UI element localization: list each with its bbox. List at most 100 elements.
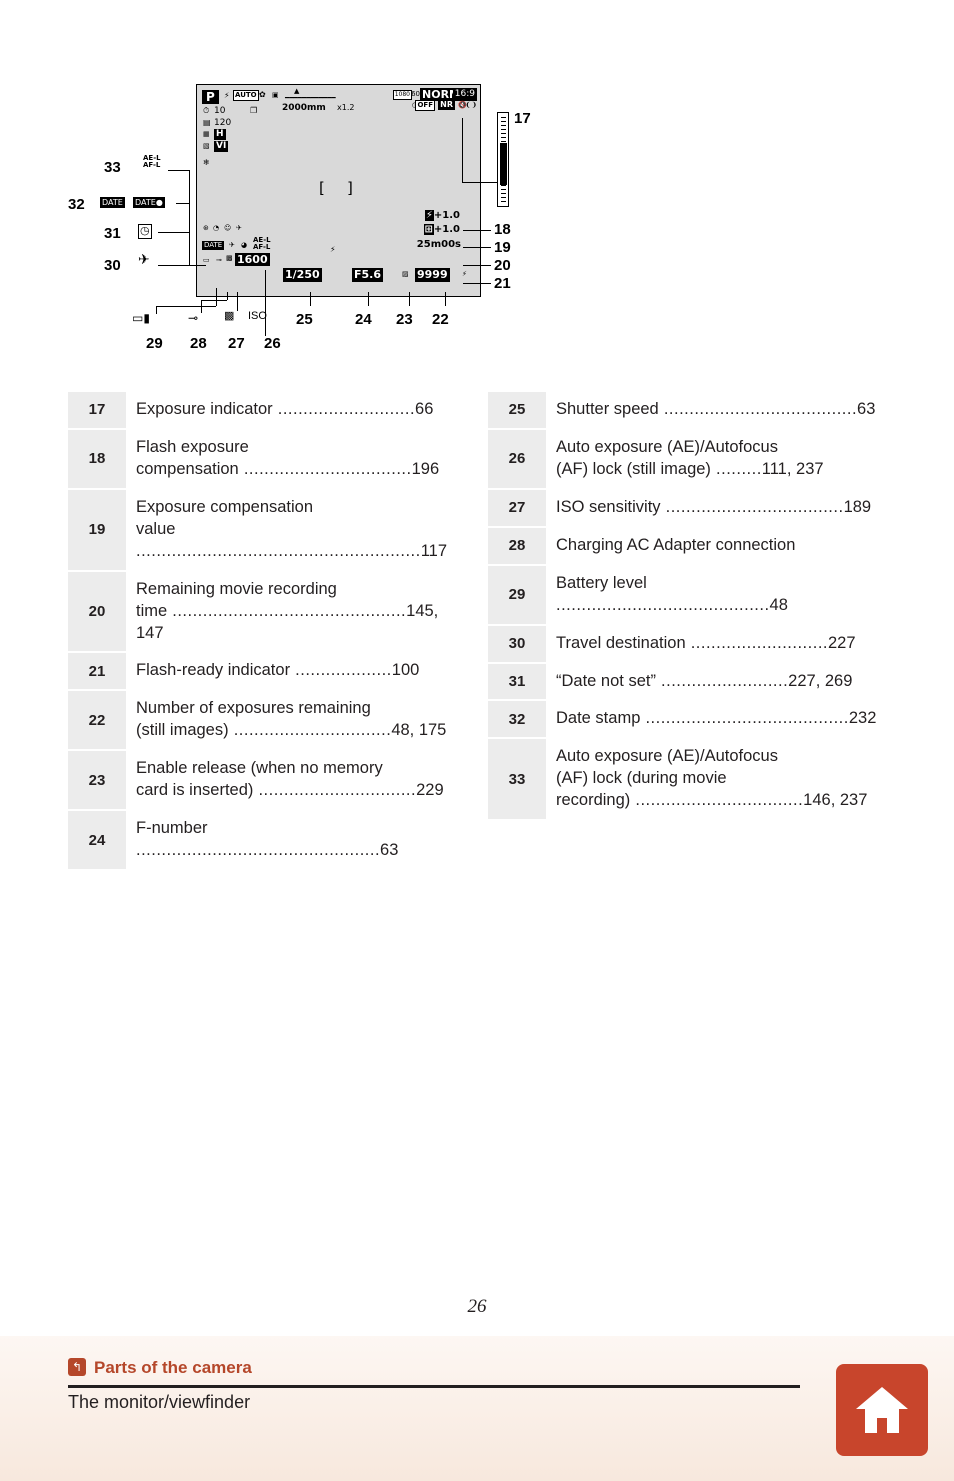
legend-number: 24 [68,811,126,870]
leader-33 [168,170,190,171]
date-not-set-clock-icon: ◷ [138,224,152,239]
back-arrow-icon[interactable]: ↰ [68,1358,86,1376]
vr-label: VI [214,141,229,152]
shutter-speed-label: 1/250 [283,268,322,282]
legend-number: 27 [488,489,546,527]
zoom-bar: ━━━━━━━━━━━━ [285,94,336,102]
monitor-contents: P ⚡ AUTO ✿ ▣ ▲ ━━━━━━━━━━━━ 2000mm x1.2 … [197,85,480,296]
legend-row: 17 Exposure indicator ...................… [68,392,462,430]
legend-number: 26 [488,429,546,489]
legend-number: 22 [68,691,126,751]
legend-text: Remaining movie recording time ..........… [126,572,462,653]
no-card-release-icon: ▨ [402,270,409,278]
legend-row: 31 “Date not set” .......................… [488,663,882,702]
legend-row: 32 Date stamp ...........................… [488,701,882,740]
callout-32: 32 [68,196,85,213]
legend-page-ref: 63 [380,841,399,860]
legend-number: 33 [488,739,546,821]
flash-mode-icon: ⚡ [224,91,230,100]
hdr-icon: ▦ [203,130,210,138]
footer-subsection-title: The monitor/viewfinder [68,1392,251,1412]
legend-page-ref: 100 [391,661,420,680]
bracketing-icon: ◔ [213,224,220,232]
legend-text: Battery level ..........................… [546,566,882,625]
battery-indicator-icon: ▭ [203,256,210,264]
leader-24 [368,292,369,306]
legend-number: 31 [488,663,546,701]
focus-bracket-right: ] [347,179,353,197]
legend-number: 25 [488,392,546,429]
active-d-lighting-icon: ⊛ [203,224,209,232]
multi-shot-icon: ❐ [250,106,258,115]
smile-timer-icon: ☺ [224,224,232,232]
legend-text: Exposure indicator .....................… [126,392,462,429]
leader-20 [463,265,491,266]
callout-27: 27 [228,335,245,352]
wind-noise-label: OFF [415,100,435,111]
legend-text: Flash-ready indicator ..................… [126,653,462,691]
exposure-comp-icon: ▣ [272,91,279,99]
legend-row: 22 Number of exposures remaining (still im… [68,691,462,752]
legend-row: 27 ISO sensitivity ......................… [488,489,882,528]
macro-mode-icon: ✿ [259,90,266,99]
legend-text: Date stamp .............................… [546,701,882,739]
home-button[interactable] [836,1364,928,1456]
leader-31 [158,232,190,233]
self-timer-value: 10 [214,106,226,116]
flash-ready-indicator-icon: ⚡ [462,270,467,278]
legend-text: Flash exposure compensation .............… [126,430,462,489]
leader-19 [463,247,491,248]
home-icon [856,1387,908,1433]
date-stamp-icon-b: DATE● [133,197,165,208]
exposure-indicator-bar [497,112,509,207]
iso-indicator-icon: ▩ [226,254,233,262]
page-number: 26 [467,1296,487,1317]
legend-number: 32 [488,701,546,739]
leader-29-v [156,306,157,314]
leader-29-up [216,288,217,306]
legend-row: 33 Auto exposure (AE)/Autofocus (AF) lock … [488,739,882,822]
callout-30: 30 [104,257,121,274]
hdr-label: H [214,129,226,140]
leader-17-vertical [462,118,463,183]
legend-row: 28 Charging AC Adapter connection [488,527,882,566]
legend-number: 18 [68,429,126,489]
leader-21 [463,283,491,284]
leader-28-up [227,292,228,300]
callout-22: 22 [432,311,449,328]
legend-number: 20 [68,571,126,653]
legend-page-ref: 229 [416,781,444,800]
legend-text: Shutter speed ..........................… [546,392,882,429]
camera-display-diagram: P ⚡ AUTO ✿ ▣ ▲ ━━━━━━━━━━━━ 2000mm x1.2 … [0,0,954,370]
callout-19: 19 [494,239,511,256]
legend-row: 18 Flash exposure compensation ...........… [68,429,462,490]
legend-row: 19 Exposure compensation value ...........… [68,489,462,572]
ac-adapter-indicator-icon: ⊸ [216,256,222,264]
blink-warning-icon: ✈ [236,224,242,232]
legend-text: Auto exposure (AE)/Autofocus (AF) lock (s… [546,430,882,489]
continuous-icon: ▤ [203,118,211,127]
travel-destination-icon: ✈ [229,241,235,249]
legend-number: 29 [488,565,546,625]
legend-row: 21 Flash-ready indicator ................… [68,653,462,692]
legend-text: ISO sensitivity ........................… [546,490,882,527]
continuous-value: 120 [214,118,232,128]
legend-page-ref: 232 [848,709,877,728]
leader-27 [237,292,238,311]
legend-number: 23 [68,751,126,811]
legend-row: 24 F-number .............................… [68,811,462,871]
legend-text: Travel destination .....................… [546,626,882,663]
iso-sensitivity-icon: ▩ [224,310,235,322]
legend-text: Number of exposures remaining (still imag… [126,691,462,751]
leader-23 [409,292,410,306]
date-not-set-icon: ◕ [241,241,248,249]
frames-remaining-label: 9999 [415,268,450,282]
movie-time-label: 25m00s [416,239,461,250]
callout-25: 25 [296,311,313,328]
leader-17 [462,182,498,183]
leader-28-h [201,300,227,301]
legend-row: 26 Auto exposure (AE)/Autofocus (AF) lock … [488,429,882,490]
exposure-indicator-fill [500,143,507,185]
callout-18: 18 [494,221,511,238]
callout-20: 20 [494,257,511,274]
